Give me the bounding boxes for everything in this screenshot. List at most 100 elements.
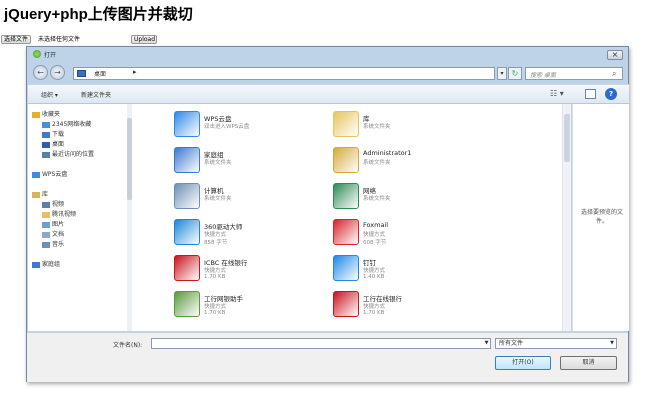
- filetype-value: 所有文件: [499, 340, 524, 347]
- nav-item[interactable]: 桌面: [28, 140, 126, 150]
- network-icon: [333, 183, 359, 209]
- file-type: 双击进入WPS云盘: [204, 124, 250, 130]
- nav-item-label: 音乐: [52, 241, 65, 248]
- search-input[interactable]: 搜索 桌面 ⌕: [525, 67, 623, 80]
- nav-item[interactable]: 收藏夹: [28, 110, 126, 120]
- file-item[interactable]: 库系统文件夹: [333, 110, 483, 140]
- cancel-button[interactable]: 取消: [560, 356, 617, 370]
- file-item[interactable]: 计算机 系统文件夹: [174, 182, 324, 212]
- nav-item[interactable]: 最近访问的位置: [28, 150, 126, 160]
- file-type: 系统文件夹: [363, 124, 391, 130]
- nav-item-label: 腾讯视频: [52, 211, 77, 218]
- address-bar[interactable]: 桌面 ▸: [73, 67, 495, 80]
- file-item[interactable]: 网络 系统文件夹: [333, 182, 483, 212]
- scrollbar-thumb[interactable]: [564, 114, 570, 162]
- file-name: Foxmail: [363, 221, 389, 229]
- forward-arrow-icon: →: [54, 68, 61, 77]
- recent-icon: [42, 151, 50, 158]
- refresh-button[interactable]: ↻: [508, 67, 522, 80]
- chevron-down-icon: ▼: [610, 340, 614, 346]
- nav-item[interactable]: 下载: [28, 130, 126, 140]
- nav-item-label: 库: [42, 191, 49, 198]
- command-toolbar: 组织 ▾ 新建文件夹 ☷ ▾ ?: [28, 84, 629, 104]
- file-item[interactable]: ICBC 在线银行 快捷方式 1.70 KB: [174, 254, 324, 284]
- file-size: 1.40 KB: [363, 274, 385, 280]
- filetype-select[interactable]: 所有文件 ▼: [495, 338, 617, 349]
- file-grid: WPS云盘 双击进入WPS云盘库系统文件夹 家庭组 系统文件夹 Administrato…: [132, 104, 562, 331]
- address-history-dropdown[interactable]: ▾: [497, 67, 507, 80]
- close-button[interactable]: ×: [607, 50, 623, 60]
- nav-item[interactable]: 音乐: [28, 240, 126, 250]
- search-icon: ⌕: [612, 69, 617, 78]
- filename-dropdown[interactable]: ▼: [482, 338, 491, 349]
- file-item[interactable]: 家庭组 系统文件夹: [174, 146, 324, 176]
- preview-pane-button[interactable]: [585, 89, 596, 99]
- icbc-assistant-icon: [174, 291, 200, 317]
- upload-button[interactable]: Upload: [131, 35, 157, 44]
- page-title: jQuery+php上传图片并裁切: [4, 6, 193, 23]
- nav-item[interactable]: 腾讯视频: [28, 210, 126, 220]
- screen: jQuery+php上传图片并裁切 选择文件 未选择任何文件 Upload 打开…: [0, 0, 647, 412]
- organize-button[interactable]: 组织 ▾: [41, 90, 58, 99]
- star-icon: [32, 111, 40, 118]
- back-button[interactable]: ←: [33, 65, 48, 80]
- file-item[interactable]: 工行网银助手 快捷方式 1.70 KB: [174, 290, 324, 320]
- nav-item-label: WPS云盘: [42, 171, 68, 178]
- folder-icon: [42, 211, 50, 218]
- forward-button[interactable]: →: [50, 65, 65, 80]
- nav-item-label: 最近访问的位置: [52, 151, 95, 158]
- file-list-scrollbar[interactable]: [562, 104, 571, 331]
- file-type: 快捷方式: [363, 304, 386, 310]
- file-type: 快捷方式: [204, 232, 227, 238]
- close-icon: ×: [611, 50, 619, 59]
- nav-item-label: 图片: [52, 221, 65, 228]
- nav-item[interactable]: 图片: [28, 220, 126, 230]
- icbc-bank-icon: [333, 291, 359, 317]
- nav-item-label: 收藏夹: [42, 111, 61, 118]
- breadcrumb-arrow-icon[interactable]: ▸: [133, 68, 137, 76]
- filename-input[interactable]: [151, 338, 491, 349]
- nav-item[interactable]: 库: [28, 190, 126, 200]
- help-button[interactable]: ?: [605, 88, 617, 100]
- file-size: 858 字节: [204, 240, 228, 246]
- nav-item[interactable]: 文档: [28, 230, 126, 240]
- file-item[interactable]: WPS云盘 双击进入WPS云盘: [174, 110, 324, 140]
- library-folder-icon: [333, 111, 359, 137]
- document-icon: [42, 231, 50, 238]
- chevron-down-icon: ▼: [484, 340, 489, 346]
- address-location: 桌面: [94, 71, 107, 78]
- file-item[interactable]: 钉钉 快捷方式 1.40 KB: [333, 254, 483, 284]
- file-item[interactable]: 360驱动大师 快捷方式 858 字节: [174, 218, 324, 248]
- download-icon: [42, 131, 50, 138]
- nav-item[interactable]: WPS云盘: [28, 170, 126, 180]
- dialog-titlebar[interactable]: 打开 ×: [27, 47, 628, 62]
- chevron-down-icon: ▾: [500, 70, 504, 77]
- navigation-bar: ← → 桌面 ▸ ▾ ↻ 搜索 桌面 ⌕: [27, 62, 628, 84]
- new-folder-button[interactable]: 新建文件夹: [81, 90, 111, 99]
- wps-cloud-icon: [174, 111, 200, 137]
- choose-file-button[interactable]: 选择文件: [1, 35, 32, 44]
- file-size: 608 字节: [363, 240, 387, 246]
- file-type: 系统文件夹: [363, 160, 391, 166]
- file-size: 1.70 KB: [363, 310, 385, 316]
- library-icon: [32, 191, 40, 198]
- change-view-button[interactable]: ☷ ▾: [550, 88, 568, 100]
- file-item[interactable]: Administrator1 系统文件夹: [333, 146, 483, 176]
- search-placeholder: 搜索 桌面: [530, 72, 556, 79]
- nav-item-label: 视频: [52, 201, 65, 208]
- file-type: 系统文件夹: [204, 160, 232, 166]
- nav-item[interactable]: 家庭组: [28, 260, 126, 270]
- homegroup-icon: [32, 261, 40, 268]
- file-type: 快捷方式: [363, 232, 386, 238]
- nav-item[interactable]: 2345网络收藏: [28, 120, 126, 130]
- file-item[interactable]: 工行在线银行 快捷方式 1.70 KB: [333, 290, 483, 320]
- nav-item[interactable]: 视频: [28, 200, 126, 210]
- file-item[interactable]: Foxmail 快捷方式 608 字节: [333, 218, 483, 248]
- open-button[interactable]: 打开(O): [495, 356, 551, 370]
- driver-master-icon: [174, 219, 200, 245]
- help-icon: ?: [608, 90, 614, 98]
- file-type: 快捷方式: [204, 268, 227, 274]
